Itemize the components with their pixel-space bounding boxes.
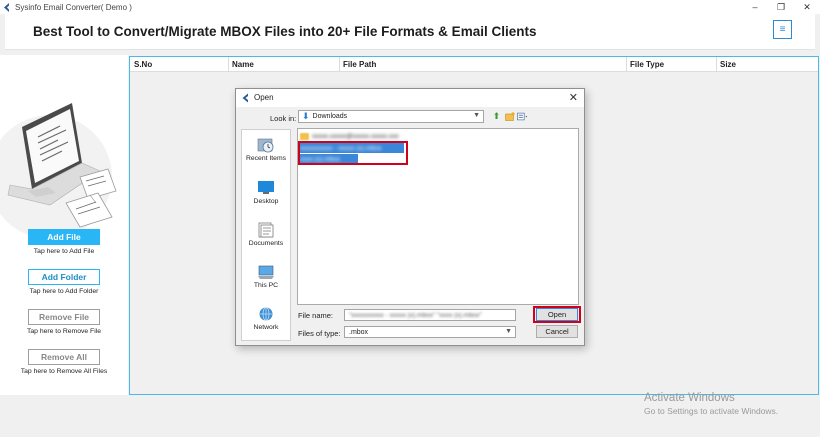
chevron-down-icon: ▼ [505, 328, 512, 335]
minimize-button[interactable]: – [742, 0, 768, 14]
chevron-down-icon: ▼ [473, 112, 480, 119]
column-header-file-path[interactable]: File Path [343, 60, 376, 69]
remove-all-hint: Tap here to Remove All Files [20, 368, 108, 375]
selection-highlight-box [298, 141, 408, 165]
computer-icon [258, 265, 274, 279]
place-label: Recent Items [245, 155, 287, 162]
desktop-icon [258, 181, 274, 194]
cancel-button[interactable]: Cancel [536, 325, 578, 338]
add-folder-group: Add Folder Tap here to Add Folder [0, 269, 128, 295]
column-header-size[interactable]: Size [720, 60, 736, 69]
file-name-input[interactable]: "xxxxxxxxxx - xxxxx (x).mbox" "xxxx (x).… [344, 309, 516, 321]
place-label: Desktop [253, 198, 279, 205]
window-titlebar: Sysinfo Email Converter( Demo ) – ❐ ✕ [0, 0, 820, 14]
place-label: This PC [253, 282, 279, 289]
add-file-hint: Tap here to Add File [33, 248, 95, 255]
new-folder-icon[interactable] [504, 111, 515, 122]
column-header-file-type[interactable]: File Type [630, 60, 664, 69]
file-type-value: .mbox [349, 328, 369, 336]
open-file-dialog: Open ✕ Look in: ⬇ Downloads ▼ ⬆ Recent I… [235, 88, 585, 346]
column-header-sno[interactable]: S.No [134, 60, 152, 69]
remove-file-group: Remove File Tap here to Remove File [0, 309, 128, 335]
menu-button[interactable]: ≡ [773, 20, 792, 39]
page-title: Best Tool to Convert/Migrate MBOX Files … [33, 24, 537, 39]
app-logo-icon [2, 2, 12, 12]
dialog-toolbar: ⬆ [491, 111, 528, 122]
file-name-label: File name: [298, 311, 334, 320]
add-folder-button[interactable]: Add Folder [28, 269, 100, 285]
documents-icon [258, 222, 274, 238]
remove-file-hint: Tap here to Remove File [26, 328, 102, 335]
dialog-title: Open [254, 93, 274, 102]
column-divider[interactable] [626, 57, 627, 72]
file-type-dropdown[interactable]: .mbox ▼ [344, 326, 516, 338]
maximize-button[interactable]: ❐ [768, 0, 794, 14]
remove-all-group: Remove All Tap here to Remove All Files [0, 349, 128, 375]
add-folder-hint: Tap here to Add Folder [29, 288, 99, 295]
view-menu-icon[interactable] [517, 111, 528, 122]
dialog-titlebar[interactable]: Open ✕ [236, 89, 584, 107]
open-button-highlight [533, 306, 581, 323]
up-folder-icon[interactable]: ⬆ [491, 111, 502, 122]
place-label: Network [253, 324, 279, 331]
watermark-title: Activate Windows [644, 392, 735, 404]
remove-file-button[interactable]: Remove File [28, 309, 100, 325]
place-desktop[interactable]: Desktop [242, 180, 290, 205]
add-file-group: Add File Tap here to Add File [0, 229, 128, 255]
places-bar: Recent Items Desktop Documents This PC N… [241, 129, 291, 341]
column-header-name[interactable]: Name [232, 60, 254, 69]
dialog-app-icon [242, 93, 248, 103]
list-item-folder[interactable]: xxxxx.xxxxx@xxxxx.xxxxx.xxx [300, 131, 430, 141]
close-window-button[interactable]: ✕ [794, 0, 820, 14]
look-in-label: Look in: [270, 114, 297, 123]
activate-windows-watermark: Activate Windows Go to Settings to activ… [644, 392, 778, 416]
window-controls: – ❐ ✕ [742, 0, 820, 14]
app-header: Best Tool to Convert/Migrate MBOX Files … [5, 14, 815, 50]
place-this-pc[interactable]: This PC [242, 264, 290, 289]
network-icon [259, 307, 273, 321]
recent-items-icon [257, 138, 274, 153]
place-network[interactable]: Network [242, 306, 290, 331]
look-in-value: Downloads [312, 113, 348, 120]
place-documents[interactable]: Documents [242, 222, 290, 247]
column-divider[interactable] [339, 57, 340, 72]
file-type-label: Files of type: [298, 329, 341, 338]
file-name-value: "xxxxxxxxxx - xxxxx (x).mbox" "xxxx (x).… [349, 311, 482, 319]
column-divider[interactable] [228, 57, 229, 72]
left-sidebar: Add File Tap here to Add File Add Folder… [0, 55, 128, 395]
remove-all-button[interactable]: Remove All [28, 349, 100, 365]
dialog-close-button[interactable]: ✕ [569, 91, 578, 104]
place-recent-items[interactable]: Recent Items [242, 137, 290, 162]
column-divider[interactable] [716, 57, 717, 72]
window-title: Sysinfo Email Converter( Demo ) [15, 2, 132, 12]
place-label: Documents [248, 240, 284, 247]
grid-header: S.No Name File Path File Type Size [130, 57, 818, 72]
folder-icon [300, 132, 309, 140]
hamburger-menu-icon: ≡ [779, 24, 786, 35]
watermark-subtitle: Go to Settings to activate Windows. [644, 406, 779, 416]
look-in-dropdown[interactable]: ⬇ Downloads ▼ [298, 110, 484, 123]
downloads-folder-icon: ⬇ [302, 111, 310, 121]
file-name: xxxxx.xxxxx@xxxxx.xxxxx.xxx [312, 132, 399, 140]
add-file-button[interactable]: Add File [28, 229, 100, 245]
